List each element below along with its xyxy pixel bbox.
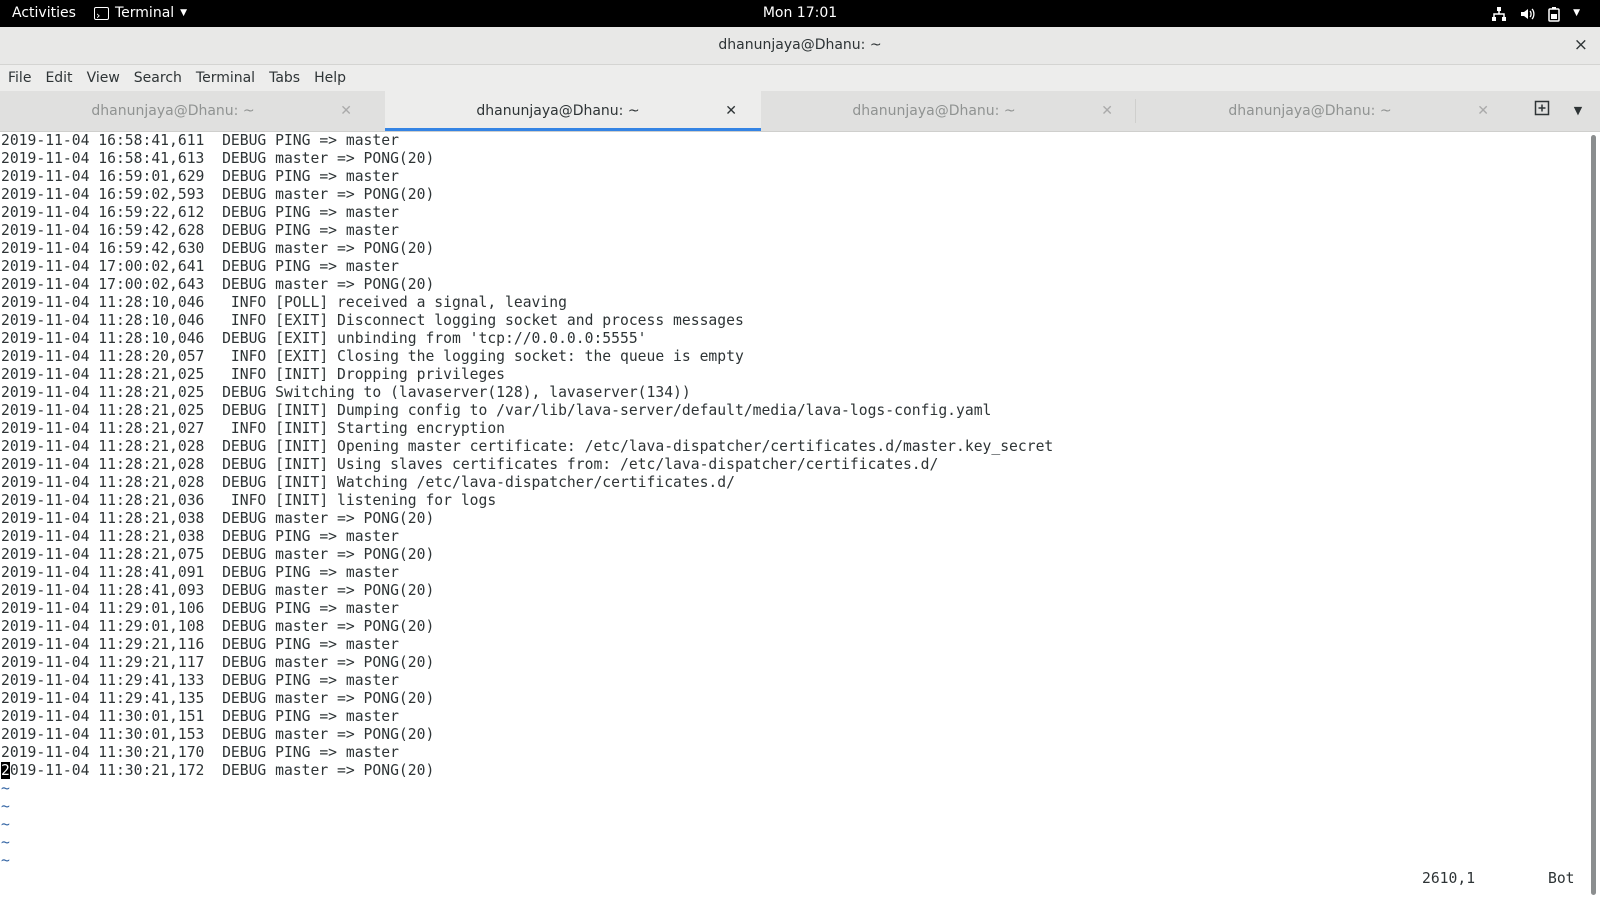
tab-3[interactable]: dhanunjaya@Dhanu: ~ ✕	[761, 91, 1137, 131]
new-tab-icon	[1534, 100, 1550, 116]
menu-help[interactable]: Help	[307, 65, 353, 91]
system-menu[interactable]: ▼	[1491, 0, 1580, 27]
tab-label: dhanunjaya@Dhanu: ~	[476, 103, 640, 119]
cursor-position: 2610,1	[1422, 870, 1476, 887]
log-line: 2019-11-04 11:29:21,116 DEBUG PING => ma…	[1, 636, 399, 653]
log-line-cursor: 2019-11-04 11:30:21,172 DEBUG master => …	[1, 762, 1053, 780]
log-line: 2019-11-04 11:28:21,038 DEBUG master => …	[1, 510, 435, 527]
log-line: 2019-11-04 11:28:21,025 INFO [INIT] Drop…	[1, 366, 506, 383]
log-line: 2019-11-04 11:29:01,106 DEBUG PING => ma…	[1, 600, 399, 617]
window-title: dhanunjaya@Dhanu: ~	[718, 37, 882, 53]
menu-bar: File Edit View Search Terminal Tabs Help	[0, 65, 1600, 91]
log-line: 2019-11-04 11:28:20,057 INFO [EXIT] Clos…	[1, 348, 744, 365]
close-tab-icon[interactable]: ✕	[1477, 91, 1489, 131]
battery-icon	[1548, 6, 1560, 22]
log-line: 2019-11-04 11:28:21,028 DEBUG [INIT] Ope…	[1, 438, 1054, 455]
menu-edit[interactable]: Edit	[38, 65, 79, 91]
log-line: 2019-11-04 16:59:22,612 DEBUG PING => ma…	[1, 204, 399, 221]
log-line: 2019-11-04 11:30:01,153 DEBUG master => …	[1, 726, 435, 743]
text-cursor: 2	[1, 762, 10, 779]
top-bar: Activities Terminal ▼ Mon 17:01 ▼	[0, 0, 1600, 29]
new-tab-button[interactable]	[1527, 91, 1557, 131]
close-tab-icon[interactable]: ✕	[725, 91, 737, 131]
tab-1[interactable]: dhanunjaya@Dhanu: ~ ✕	[0, 91, 376, 131]
clock[interactable]: Mon 17:01	[0, 0, 1600, 27]
terminal-lines: 2019-11-04 16:58:41,611 DEBUG PING => ma…	[1, 132, 1053, 870]
empty-line-marker: ~	[1, 834, 10, 851]
log-line-text: 019-11-04 11:30:21,172 DEBUG master => P…	[9, 762, 435, 779]
tab-label: dhanunjaya@Dhanu: ~	[852, 103, 1016, 119]
chevron-down-icon: ▼	[1573, 8, 1580, 18]
menu-view[interactable]: View	[80, 65, 127, 91]
tab-2[interactable]: dhanunjaya@Dhanu: ~ ✕	[385, 91, 761, 131]
scroll-indicator: Bot	[1548, 870, 1575, 887]
close-window-button[interactable]: ×	[1574, 27, 1588, 64]
log-line: 2019-11-04 11:28:21,025 DEBUG Switching …	[1, 384, 691, 401]
log-line: 2019-11-04 17:00:02,641 DEBUG PING => ma…	[1, 258, 399, 275]
log-line: 2019-11-04 16:58:41,611 DEBUG PING => ma…	[1, 132, 399, 149]
log-line: 2019-11-04 11:30:21,170 DEBUG PING => ma…	[1, 744, 399, 761]
volume-icon	[1521, 8, 1535, 19]
menu-tabs[interactable]: Tabs	[262, 65, 307, 91]
tab-separator	[1135, 99, 1136, 123]
close-tab-icon[interactable]: ✕	[340, 91, 352, 131]
log-line: 2019-11-04 11:28:21,025 DEBUG [INIT] Dum…	[1, 402, 992, 419]
log-line: 2019-11-04 16:59:42,630 DEBUG master => …	[1, 240, 435, 257]
log-line: 2019-11-04 16:59:02,593 DEBUG master => …	[1, 186, 435, 203]
scrollbar[interactable]	[1587, 132, 1600, 900]
tab-4[interactable]: dhanunjaya@Dhanu: ~ ✕	[1137, 91, 1513, 131]
log-line: 2019-11-04 11:28:21,028 DEBUG [INIT] Usi…	[1, 456, 939, 473]
log-line: 2019-11-04 16:59:01,629 DEBUG PING => ma…	[1, 168, 399, 185]
log-line: 2019-11-04 11:28:41,091 DEBUG PING => ma…	[1, 564, 399, 581]
log-line: 2019-11-04 11:28:21,027 INFO [INIT] Star…	[1, 420, 506, 437]
log-line: 2019-11-04 16:59:42,628 DEBUG PING => ma…	[1, 222, 399, 239]
log-line: 2019-11-04 11:29:41,133 DEBUG PING => ma…	[1, 672, 399, 689]
log-line: 2019-11-04 11:29:01,108 DEBUG master => …	[1, 618, 435, 635]
window-titlebar[interactable]: dhanunjaya@Dhanu: ~ ×	[0, 27, 1600, 65]
log-line: 2019-11-04 11:29:41,135 DEBUG master => …	[1, 690, 435, 707]
empty-line-marker: ~	[1, 852, 10, 869]
log-line: 2019-11-04 11:28:41,093 DEBUG master => …	[1, 582, 435, 599]
terminal-output[interactable]: 2019-11-04 16:58:41,611 DEBUG PING => ma…	[0, 132, 1587, 900]
network-icon	[1492, 6, 1507, 21]
menu-search[interactable]: Search	[127, 65, 189, 91]
log-line: 2019-11-04 17:00:02,643 DEBUG master => …	[1, 276, 435, 293]
log-line: 2019-11-04 11:28:21,036 INFO [INIT] list…	[1, 492, 497, 509]
empty-line-marker: ~	[1, 816, 10, 833]
log-line: 2019-11-04 11:28:10,046 INFO [EXIT] Disc…	[1, 312, 744, 329]
empty-line-marker: ~	[1, 798, 10, 815]
menu-file[interactable]: File	[0, 65, 38, 91]
log-line: 2019-11-04 16:58:41,613 DEBUG master => …	[1, 150, 435, 167]
tab-list-button[interactable]: ▼	[1568, 91, 1588, 131]
close-tab-icon[interactable]: ✕	[1101, 91, 1113, 131]
log-line: 2019-11-04 11:28:21,038 DEBUG PING => ma…	[1, 528, 399, 545]
tab-label: dhanunjaya@Dhanu: ~	[1228, 103, 1392, 119]
log-line: 2019-11-04 11:29:21,117 DEBUG master => …	[1, 654, 435, 671]
chevron-down-icon: ▼	[1573, 104, 1583, 117]
log-line: 2019-11-04 11:28:21,075 DEBUG master => …	[1, 546, 435, 563]
tab-label: dhanunjaya@Dhanu: ~	[91, 103, 255, 119]
log-line: 2019-11-04 11:30:01,151 DEBUG PING => ma…	[1, 708, 399, 725]
empty-line-marker: ~	[1, 780, 10, 797]
tab-bar: dhanunjaya@Dhanu: ~ ✕ dhanunjaya@Dhanu: …	[0, 91, 1600, 132]
menu-terminal[interactable]: Terminal	[189, 65, 262, 91]
scrollbar-thumb[interactable]	[1591, 135, 1596, 895]
log-line: 2019-11-04 11:28:10,046 DEBUG [EXIT] unb…	[1, 330, 647, 347]
log-line: 2019-11-04 11:28:21,028 DEBUG [INIT] Wat…	[1, 474, 735, 491]
log-line: 2019-11-04 11:28:10,046 INFO [POLL] rece…	[1, 294, 567, 311]
